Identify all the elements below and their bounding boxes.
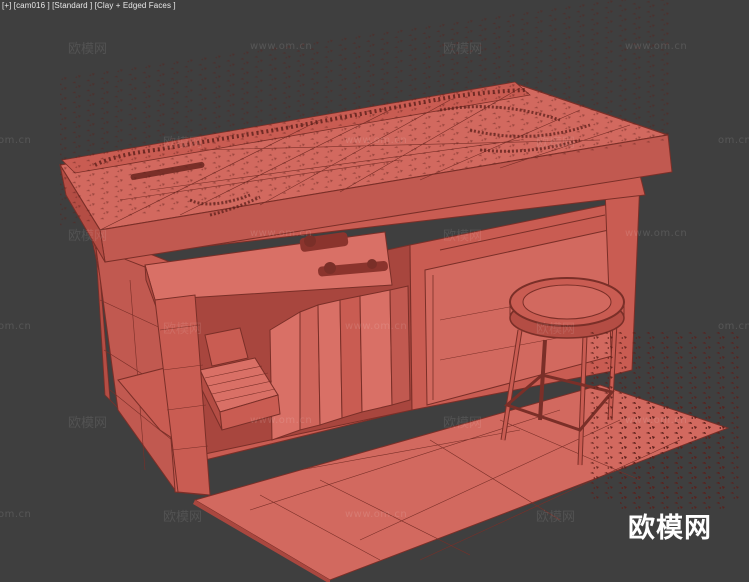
3d-viewport[interactable]: 欧模网 www.om.cn 欧模网 www.om.cn om.cn 欧模网 ww… [0,0,749,582]
floor-shavings [590,330,740,510]
viewport-view-menu[interactable]: [Standard ] [52,1,92,10]
viewport-shading-menu[interactable]: [Clay + Edged Faces ] [95,1,176,10]
viewport-camera-menu[interactable]: [cam016 ] [14,1,50,10]
viewport-menu-plus[interactable]: [+] [2,1,11,10]
viewport-label: [+] [cam016 ] [Standard ] [Clay + Edged … [2,1,176,10]
scene-render [59,0,740,582]
brand-logo: 欧模网 [628,513,712,544]
